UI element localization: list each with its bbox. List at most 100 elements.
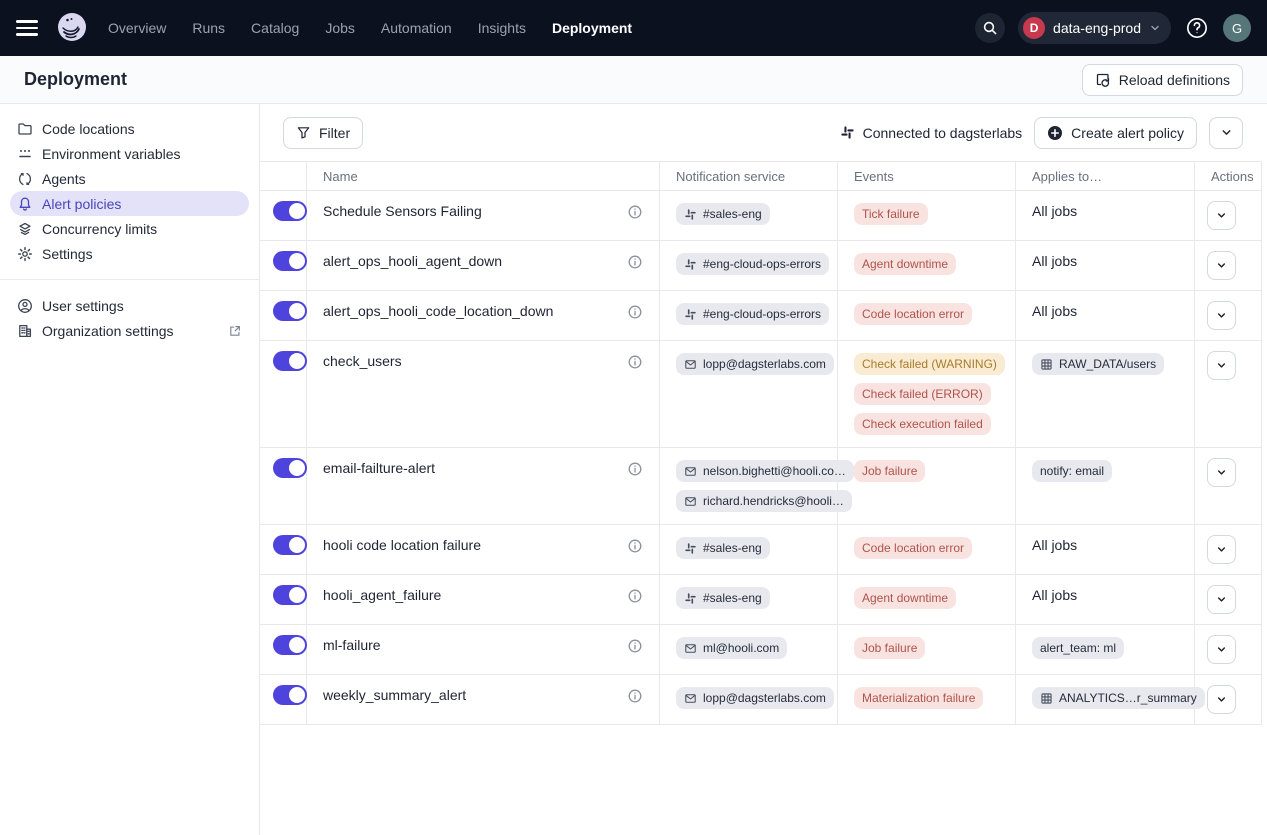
enabled-toggle[interactable] xyxy=(273,301,307,321)
notification-label: ml@hooli.com xyxy=(703,641,779,655)
reload-definitions-button[interactable]: Reload definitions xyxy=(1082,64,1243,96)
slack-icon xyxy=(684,592,697,605)
events-cell: Check failed (WARNING)Check failed (ERRO… xyxy=(838,341,1016,448)
toggle-cell xyxy=(260,675,307,725)
sidebar-item-agents[interactable]: Agents xyxy=(10,166,249,191)
policy-name: hooli_agent_failure xyxy=(323,587,441,603)
slack-icon xyxy=(684,208,697,221)
column-header-applies-to: Applies to… xyxy=(1016,162,1195,191)
event-badge: Code location error xyxy=(854,537,972,559)
user-avatar[interactable]: G xyxy=(1223,14,1251,42)
nav-item-automation[interactable]: Automation xyxy=(381,20,452,36)
dagster-logo-icon[interactable] xyxy=(54,10,90,46)
sidebar-item-settings[interactable]: Settings xyxy=(10,241,249,266)
filter-button[interactable]: Filter xyxy=(283,117,363,149)
applies-to-cell: All jobs xyxy=(1016,241,1195,291)
policy-name: alert_ops_hooli_agent_down xyxy=(323,253,502,269)
sidebar-item-organization-settings[interactable]: Organization settings xyxy=(10,318,249,343)
notification-service-cell: #sales-eng xyxy=(660,191,838,241)
workspace-switcher[interactable]: D data-eng-prod xyxy=(1018,12,1171,44)
envelope-icon xyxy=(684,465,697,478)
notification-service-cell: lopp@dagsterlabs.com xyxy=(660,675,838,725)
info-icon[interactable] xyxy=(627,254,643,270)
nav-item-catalog[interactable]: Catalog xyxy=(251,20,299,36)
applies-to-cell: RAW_DATA/users xyxy=(1016,341,1195,448)
row-actions-button[interactable] xyxy=(1207,201,1236,230)
info-icon[interactable] xyxy=(627,588,643,604)
event-badge: Tick failure xyxy=(854,203,928,225)
row-actions-button[interactable] xyxy=(1207,685,1236,714)
info-icon[interactable] xyxy=(627,204,643,220)
nav-item-deployment[interactable]: Deployment xyxy=(552,20,632,36)
applies-to-asset-chip: ANALYTICS…r_summary xyxy=(1032,687,1205,709)
row-actions-button[interactable] xyxy=(1207,585,1236,614)
table-row: hooli code location failure#sales-engCod… xyxy=(260,525,1262,575)
sidebar-item-user-settings[interactable]: User settings xyxy=(10,293,249,318)
row-actions-button[interactable] xyxy=(1207,351,1236,380)
sidebar-item-code-locations[interactable]: Code locations xyxy=(10,116,249,141)
hamburger-menu-icon[interactable] xyxy=(16,15,42,41)
table-row: weekly_summary_alert lopp@dagsterlabs.com… xyxy=(260,675,1262,725)
enabled-toggle[interactable] xyxy=(273,635,307,655)
enabled-toggle[interactable] xyxy=(273,585,307,605)
info-icon[interactable] xyxy=(627,304,643,320)
enabled-toggle[interactable] xyxy=(273,458,307,478)
enabled-toggle[interactable] xyxy=(273,685,307,705)
name-cell: check_users xyxy=(307,341,660,448)
toggle-cell xyxy=(260,291,307,341)
table-row: alert_ops_hooli_agent_down #eng-cloud-ops… xyxy=(260,241,1262,291)
sidebar-item-concurrency-limits[interactable]: Concurrency limits xyxy=(10,216,249,241)
notification-chip: #eng-cloud-ops-errors xyxy=(676,303,829,325)
search-button[interactable] xyxy=(975,13,1005,43)
policy-name: weekly_summary_alert xyxy=(323,687,466,703)
envelope-icon xyxy=(684,642,697,655)
events-cell: Agent downtime xyxy=(838,241,1016,291)
row-actions-button[interactable] xyxy=(1207,251,1236,280)
primary-nav: Overview Runs Catalog Jobs Automation Insight… xyxy=(108,20,632,36)
info-icon[interactable] xyxy=(627,538,643,554)
name-cell: alert_ops_hooli_agent_down xyxy=(307,241,660,291)
sidebar-item-label: User settings xyxy=(42,298,124,314)
nav-item-insights[interactable]: Insights xyxy=(478,20,526,36)
event-badge: Code location error xyxy=(854,303,972,325)
applies-to-text: All jobs xyxy=(1032,253,1077,269)
external-link-icon xyxy=(228,324,242,338)
notification-chip: nelson.bighetti@hooli.co… xyxy=(676,460,854,482)
notification-label: lopp@dagsterlabs.com xyxy=(703,357,826,371)
enabled-toggle[interactable] xyxy=(273,351,307,371)
row-actions-button[interactable] xyxy=(1207,458,1236,487)
enabled-toggle[interactable] xyxy=(273,535,307,555)
info-icon[interactable] xyxy=(627,638,643,654)
nav-item-jobs[interactable]: Jobs xyxy=(325,20,355,36)
info-icon[interactable] xyxy=(627,354,643,370)
main-content: Filter Connected to dagsterlabs Create a… xyxy=(260,104,1267,835)
applies-to-label: ANALYTICS…r_summary xyxy=(1059,691,1197,705)
applies-to-text: All jobs xyxy=(1032,587,1077,603)
row-actions-button[interactable] xyxy=(1207,635,1236,664)
notification-service-cell: #sales-eng xyxy=(660,575,838,625)
help-button[interactable] xyxy=(1184,15,1210,41)
sidebar-item-environment-variables[interactable]: Environment variables xyxy=(10,141,249,166)
event-badge: Materialization failure xyxy=(854,687,983,709)
sidebar-primary-group: Code locations Environment variables Agent… xyxy=(0,116,259,266)
sidebar-item-label: Environment variables xyxy=(42,146,181,162)
row-actions-button[interactable] xyxy=(1207,535,1236,564)
nav-item-overview[interactable]: Overview xyxy=(108,20,166,36)
notification-chip: #eng-cloud-ops-errors xyxy=(676,253,829,275)
row-actions-button[interactable] xyxy=(1207,301,1236,330)
applies-to-text: All jobs xyxy=(1032,203,1077,219)
create-alert-policy-button[interactable]: Create alert policy xyxy=(1034,117,1197,149)
top-nav: Overview Runs Catalog Jobs Automation Insight… xyxy=(0,0,1267,56)
enabled-toggle[interactable] xyxy=(273,251,307,271)
info-icon[interactable] xyxy=(627,461,643,477)
events-cell: Tick failure xyxy=(838,191,1016,241)
sidebar-item-alert-policies[interactable]: Alert policies xyxy=(10,191,249,216)
nav-item-runs[interactable]: Runs xyxy=(192,20,225,36)
info-icon[interactable] xyxy=(627,688,643,704)
toggle-cell xyxy=(260,448,307,525)
events-cell: Agent downtime xyxy=(838,575,1016,625)
notification-label: lopp@dagsterlabs.com xyxy=(703,691,826,705)
enabled-toggle[interactable] xyxy=(273,201,307,221)
more-actions-dropdown-button[interactable] xyxy=(1209,117,1243,149)
applies-to-label: RAW_DATA/users xyxy=(1059,357,1156,371)
